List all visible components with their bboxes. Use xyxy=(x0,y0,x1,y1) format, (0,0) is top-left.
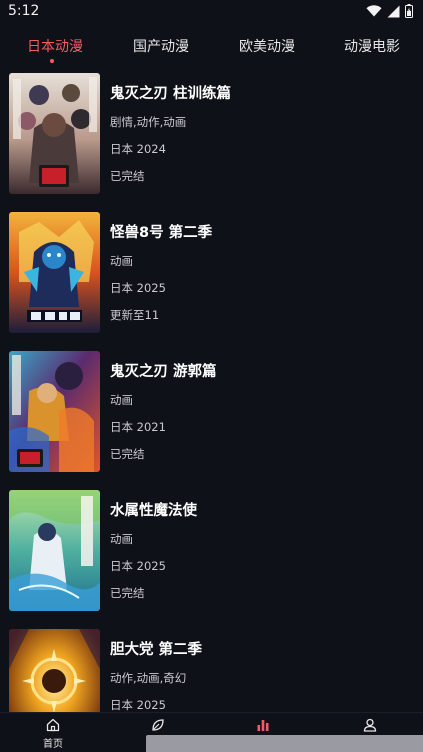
poster-image[interactable] xyxy=(9,629,100,712)
leaf-icon xyxy=(151,717,165,736)
poster-image[interactable] xyxy=(9,212,100,333)
status-time: 5:12 xyxy=(8,3,40,19)
anime-status: 已完结 xyxy=(110,447,145,461)
active-tab-indicator xyxy=(50,59,54,63)
anime-genre: 剧情,动作,动画 xyxy=(110,115,187,129)
anime-region-year: 日本 2025 xyxy=(110,698,166,712)
anime-title: 水属性魔法使 xyxy=(110,503,197,519)
anime-genre: 动画 xyxy=(110,254,133,268)
poster-image[interactable] xyxy=(9,351,100,472)
signal-icon xyxy=(387,5,400,18)
anime-title: 怪兽8号 第二季 xyxy=(110,225,213,241)
anime-title: 鬼灭之刃 游郭篇 xyxy=(110,364,217,380)
status-icons xyxy=(366,4,413,18)
anime-region-year: 日本 2024 xyxy=(110,142,166,156)
anime-region-year: 日本 2025 xyxy=(110,281,166,295)
system-gesture-bar xyxy=(146,735,423,752)
list-item[interactable]: 鬼灭之刃 游郭篇 动画 日本 2021 已完结 xyxy=(0,346,423,472)
ranking-icon xyxy=(256,717,270,736)
anime-status: 已完结 xyxy=(110,169,145,183)
anime-list[interactable]: 鬼灭之刃 柱训练篇 剧情,动作,动画 日本 2024 已完结 怪兽8号 第二季 … xyxy=(0,68,423,712)
nav-home[interactable]: 首页 xyxy=(13,713,93,752)
tab-western-anime[interactable]: 欧美动漫 xyxy=(239,36,295,56)
tab-anime-movies[interactable]: 动漫电影 xyxy=(344,36,400,56)
poster-image[interactable] xyxy=(9,490,100,611)
anime-genre: 动画 xyxy=(110,532,133,546)
anime-title: 鬼灭之刃 柱训练篇 xyxy=(110,86,232,102)
anime-region-year: 日本 2025 xyxy=(110,559,166,573)
app-screen: 5:12 日本动漫 国产动漫 欧美动漫 动漫电影 鬼灭之刃 柱训练篇 剧情,动作… xyxy=(0,0,423,752)
anime-genre: 动作,动画,奇幻 xyxy=(110,671,187,685)
tab-chinese-anime[interactable]: 国产动漫 xyxy=(133,36,189,56)
battery-icon xyxy=(405,4,413,18)
anime-title: 胆大党 第二季 xyxy=(110,642,203,658)
status-bar: 5:12 xyxy=(0,0,423,24)
anime-genre: 动画 xyxy=(110,393,133,407)
anime-status: 更新至11 xyxy=(110,308,160,322)
home-icon xyxy=(46,717,60,736)
anime-status: 已完结 xyxy=(110,586,145,600)
profile-icon xyxy=(363,717,377,736)
list-item[interactable]: 鬼灭之刃 柱训练篇 剧情,动作,动画 日本 2024 已完结 xyxy=(0,68,423,194)
list-item[interactable]: 怪兽8号 第二季 动画 日本 2025 更新至11 xyxy=(0,207,423,333)
list-item[interactable]: 水属性魔法使 动画 日本 2025 已完结 xyxy=(0,485,423,611)
poster-image[interactable] xyxy=(9,73,100,194)
anime-region-year: 日本 2021 xyxy=(110,420,166,434)
list-item[interactable]: 胆大党 第二季 动作,动画,奇幻 日本 2025 xyxy=(0,624,423,712)
tab-japanese-anime[interactable]: 日本动漫 xyxy=(27,36,83,56)
category-tabs: 日本动漫 国产动漫 欧美动漫 动漫电影 xyxy=(0,28,423,68)
wifi-icon xyxy=(366,5,382,17)
nav-home-label: 首页 xyxy=(43,739,63,750)
